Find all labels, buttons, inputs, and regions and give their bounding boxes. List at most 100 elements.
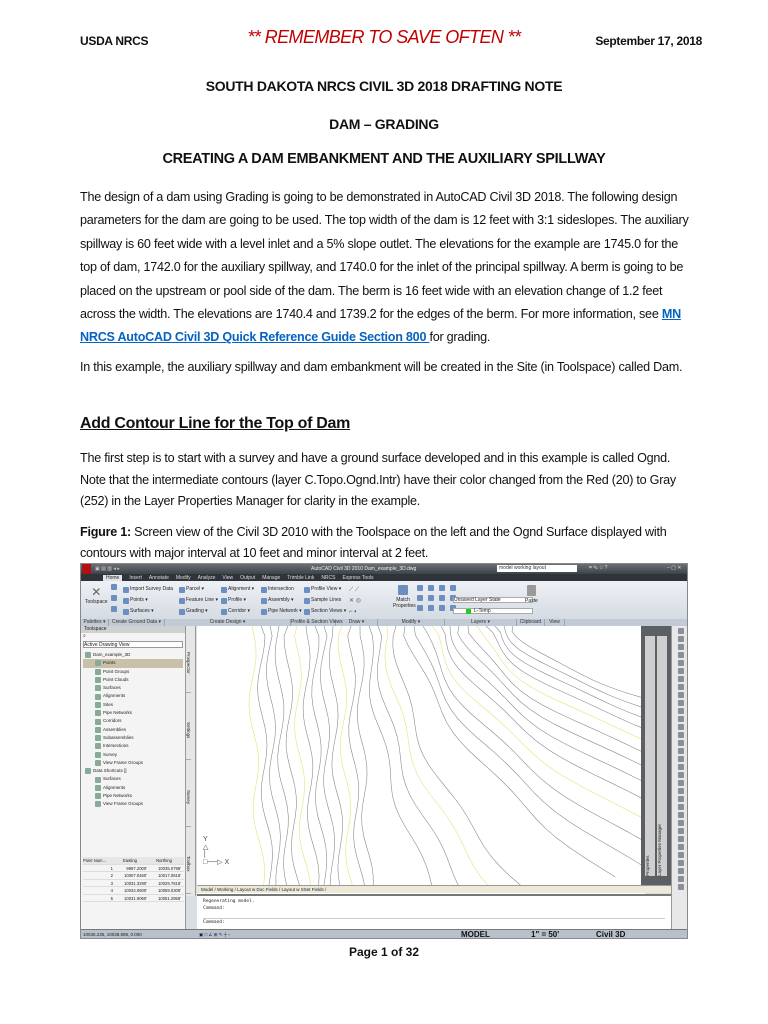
tree-item[interactable]: Subassemblies <box>83 734 183 742</box>
tab-express-tools[interactable]: Express Tools <box>342 575 373 581</box>
table-row[interactable]: 3 10031.3290' 10029.7818' <box>83 880 184 887</box>
corridor-button[interactable]: Corridor ▾ <box>221 606 254 617</box>
tab-settings[interactable]: Settings <box>186 693 191 760</box>
tool-icon[interactable] <box>677 836 684 842</box>
toolspace-toolbar[interactable]: ⌕ <box>81 633 185 641</box>
tab-nrcs[interactable]: NRCS <box>321 575 335 581</box>
tool-icon[interactable] <box>677 796 684 802</box>
tool-icon[interactable] <box>677 636 684 642</box>
tab-view[interactable]: View <box>222 575 233 581</box>
panel-modify[interactable]: Modify ▾ <box>378 619 445 626</box>
parcel-button[interactable]: Parcel ▾ <box>179 584 218 595</box>
workspace-switch[interactable]: Civil 3D <box>596 930 625 938</box>
infocenter-icons[interactable]: ⌗ ✎ ☆ ? <box>589 565 607 571</box>
profile-view-button[interactable]: Profile View ▾ <box>304 584 346 595</box>
tool-icon[interactable] <box>677 644 684 650</box>
window-controls[interactable]: – ▢ ✕ <box>667 565 681 571</box>
tool-icon[interactable] <box>677 812 684 818</box>
tool-icon[interactable] <box>677 772 684 778</box>
tool-icon[interactable] <box>677 764 684 770</box>
tool-icon[interactable] <box>677 716 684 722</box>
tool-icon[interactable] <box>677 628 684 634</box>
tree-item[interactable]: Surfaces <box>83 775 183 783</box>
tab-analyze[interactable]: Analyze <box>198 575 216 581</box>
paste-button[interactable]: Paste <box>525 585 538 604</box>
table-row[interactable]: 4 10034.0600' 10059.0308' <box>83 887 184 895</box>
tool-icon[interactable] <box>677 692 684 698</box>
profile-button[interactable]: Profile ▾ <box>221 595 254 606</box>
tree-item[interactable]: Survey <box>83 751 183 759</box>
alignment-button[interactable]: Alignment ▾ <box>221 584 254 595</box>
model-button[interactable]: MODEL <box>461 930 490 938</box>
tab-manage[interactable]: Manage <box>262 575 280 581</box>
grading-button[interactable]: Grading ▾ <box>179 606 218 617</box>
tool-icon[interactable] <box>677 708 684 714</box>
tool-icon[interactable] <box>677 868 684 874</box>
tool-icon[interactable] <box>677 660 684 666</box>
tree-item[interactable]: Point Clouds <box>83 676 183 684</box>
tab-survey[interactable]: Survey <box>186 760 191 827</box>
import-survey-data-button[interactable]: Import Survey Data <box>123 584 173 595</box>
tree-item[interactable]: Assemblies <box>83 726 183 734</box>
draw-tools[interactable]: ⟋ ⟋ ✕ ◎ ⌐ ◐ <box>349 585 361 618</box>
sample-lines-button[interactable]: Sample Lines <box>304 595 346 606</box>
panel-view[interactable]: View <box>545 619 565 626</box>
tool-icon[interactable] <box>677 788 684 794</box>
tree-item[interactable]: View Frame Groups <box>83 759 183 767</box>
tree-item[interactable]: Points <box>83 659 183 668</box>
panel-create-ground-data[interactable]: Create Ground Data ▾ <box>109 619 165 626</box>
tool-icon[interactable] <box>677 748 684 754</box>
tool-icon[interactable] <box>677 804 684 810</box>
quick-access-toolbar[interactable]: ▣ ▤ ▥ ◂ ▸ <box>95 566 120 572</box>
panel-profile-section-views[interactable]: Profile & Section Views <box>291 619 343 626</box>
modify-tools[interactable] <box>417 585 457 611</box>
tool-icon[interactable] <box>677 884 684 890</box>
tool-icon[interactable] <box>677 780 684 786</box>
tool-icon[interactable] <box>677 844 684 850</box>
tree-item[interactable]: Data Shortcuts [] <box>83 767 183 775</box>
command-line[interactable]: Regenerating model. Command: Command: <box>197 894 671 929</box>
tool-icon[interactable] <box>677 740 684 746</box>
layer-state-select[interactable]: Unsaved Layer State <box>453 597 533 603</box>
tool-icon[interactable] <box>677 684 684 690</box>
drawing-area[interactable]: Y △ │ □──▷ X <box>197 625 687 896</box>
feature-line-button[interactable]: Feature Line ▾ <box>179 595 218 606</box>
tool-icon[interactable] <box>677 820 684 826</box>
table-row[interactable]: 5 10031.9060' 10051.2958' <box>83 895 184 902</box>
match-properties-button[interactable]: Match Properties <box>393 585 416 609</box>
search-input[interactable]: model working layout <box>497 565 577 572</box>
tree-item[interactable]: Corridors <box>83 717 183 725</box>
tree-item[interactable]: View Frame Groups <box>83 800 183 808</box>
tool-icon[interactable] <box>677 732 684 738</box>
view-select[interactable]: Active Drawing View <box>83 641 183 648</box>
pipe-network-button[interactable]: Pipe Network ▾ <box>261 606 302 617</box>
table-row[interactable]: 2 10007.0460' 10017.0618' <box>83 872 184 880</box>
tool-icon[interactable] <box>677 756 684 762</box>
layer-properties-palette-tab[interactable]: Layer Properties Manager <box>657 636 667 876</box>
tool-icon[interactable] <box>677 876 684 882</box>
tool-icon[interactable] <box>677 828 684 834</box>
tool-icon[interactable] <box>677 676 684 682</box>
section-views-button[interactable]: Section Views ▾ <box>304 606 346 617</box>
intersection-button[interactable]: Intersection <box>261 584 302 595</box>
tree-item[interactable]: Point Groups <box>83 668 183 676</box>
tab-modify[interactable]: Modify <box>176 575 191 581</box>
tree-item[interactable]: Dam_example_3D <box>83 651 183 659</box>
layer-select[interactable]: L-Temp <box>453 608 533 614</box>
tab-annotate[interactable]: Annotate <box>149 575 169 581</box>
tab-home[interactable]: Home <box>103 574 123 581</box>
tree-item[interactable]: Surfaces <box>83 684 183 692</box>
tab-insert[interactable]: Insert <box>129 575 142 581</box>
tab-output[interactable]: Output <box>240 575 255 581</box>
tab-prospector[interactable]: Prospector <box>186 626 191 693</box>
tool-icon[interactable] <box>677 724 684 730</box>
panel-create-design[interactable]: Create Design ▾ <box>165 619 291 626</box>
table-row[interactable]: 1 9997.2000' 10035.0798' <box>83 865 184 872</box>
tab-toolbox[interactable]: Toolbox <box>186 827 191 894</box>
panel-draw[interactable]: Draw ▾ <box>336 619 378 626</box>
panel-layers[interactable]: Layers ▾ <box>445 619 517 626</box>
command-prompt[interactable]: Command: <box>203 919 665 926</box>
tool-icon[interactable] <box>677 652 684 658</box>
surfaces-button[interactable]: Surfaces ▾ <box>123 606 173 617</box>
annotation-scale[interactable]: 1" = 50' <box>531 930 559 938</box>
